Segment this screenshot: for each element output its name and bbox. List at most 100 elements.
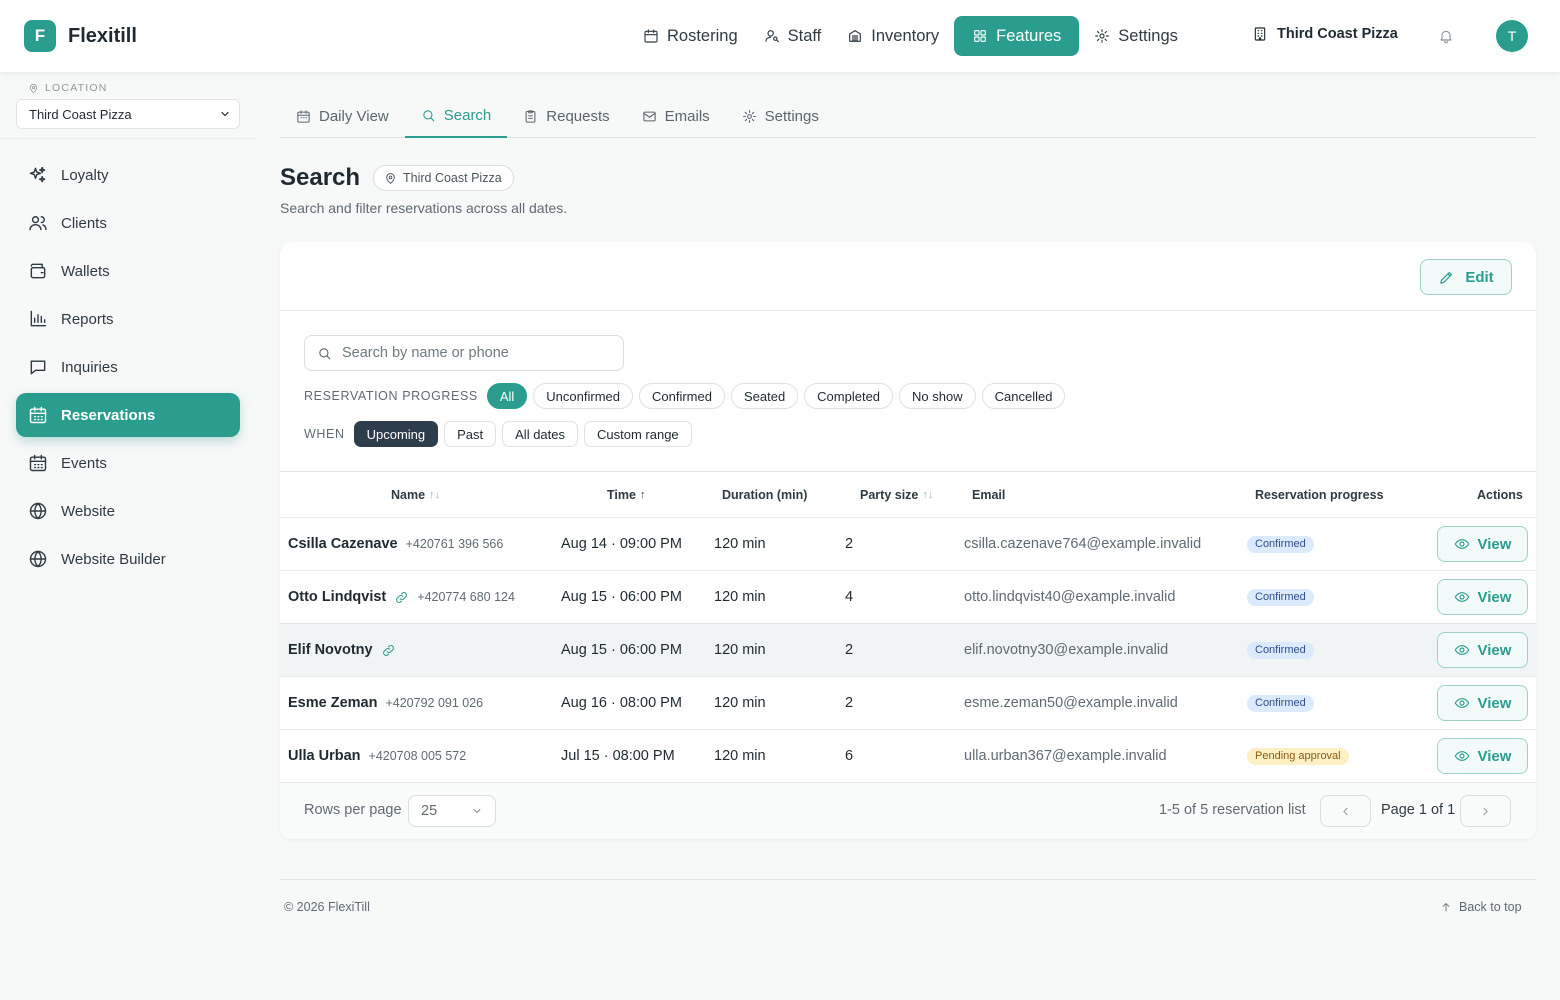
when-chip-past[interactable]: Past [444, 421, 497, 447]
status-badge: Confirmed [1247, 694, 1314, 712]
column-label: Duration (min) [722, 488, 808, 502]
previous-page-button[interactable] [1320, 795, 1371, 827]
name-cell: Otto Lindqvist +420774 680 124 [288, 571, 515, 623]
topnav-label: Staff [787, 26, 822, 45]
sort-icon: ↑↓ [429, 489, 441, 501]
sidebar-item-events[interactable]: Events [16, 441, 240, 485]
filter-chip-completed[interactable]: Completed [804, 383, 894, 409]
sidebar-item-reports[interactable]: Reports [16, 297, 240, 341]
location-select[interactable]: Third Coast Pizza [16, 99, 240, 129]
topnav-inventory[interactable]: Inventory [836, 16, 950, 56]
filter-chip-unconfirmed[interactable]: Unconfirmed [533, 383, 633, 409]
sidebar-item-label: Clients [61, 214, 107, 232]
time-cell: Jul 15 · 08:00 PM [561, 748, 675, 764]
users-icon [28, 213, 48, 233]
guest-name: Csilla Cazenave [288, 536, 398, 552]
tab-requests[interactable]: Requests [507, 94, 625, 138]
column-header-actions: Actions [1477, 488, 1523, 502]
topnav-rostering[interactable]: Rostering [632, 16, 749, 56]
clipboard-icon [523, 109, 538, 124]
globe-icon [28, 549, 48, 569]
table-row[interactable]: Esme Zeman +420792 091 026 Aug 16 · 08:0… [280, 677, 1536, 730]
search-input[interactable] [342, 345, 611, 361]
view-button[interactable]: View [1437, 685, 1528, 721]
brand-logo: F [24, 20, 56, 52]
guest-name: Esme Zeman [288, 695, 378, 711]
search-field[interactable] [304, 335, 624, 371]
tab-label: Requests [546, 107, 610, 125]
location-label: LOCATION [28, 82, 108, 94]
column-header-party-size[interactable]: Party size ↑↓ [860, 488, 933, 502]
tab-emails[interactable]: Emails [626, 94, 726, 138]
time-cell: Aug 16 · 08:00 PM [561, 695, 682, 711]
topnav-staff[interactable]: Staff [753, 16, 833, 56]
view-label: View [1477, 747, 1512, 765]
filter-chip-seated[interactable]: Seated [730, 383, 799, 409]
edit-button[interactable]: Edit [1420, 259, 1512, 295]
table-row[interactable]: Otto Lindqvist +420774 680 124 Aug 15 · … [280, 571, 1536, 624]
column-header-time[interactable]: Time ↑ [607, 488, 645, 502]
table-row[interactable]: Csilla Cazenave +420761 396 566 Aug 14 ·… [280, 518, 1536, 571]
filter-chip-cancelled[interactable]: Cancelled [981, 383, 1066, 409]
next-page-button[interactable] [1460, 795, 1511, 827]
location-switcher[interactable]: Third Coast Pizza [1252, 26, 1398, 42]
view-button[interactable]: View [1437, 526, 1528, 562]
sidebar-item-wallets[interactable]: Wallets [16, 249, 240, 293]
actions-cell: View [1437, 730, 1528, 782]
chevron-down-icon [471, 805, 483, 817]
tab-settings[interactable]: Settings [726, 94, 835, 138]
view-label: View [1477, 588, 1512, 606]
bell-icon[interactable] [1438, 28, 1454, 44]
view-button[interactable]: View [1437, 632, 1528, 668]
when-filter-row: WHEN Upcoming Past All dates Custom rang… [304, 421, 692, 447]
column-header-name[interactable]: Name ↑↓ [391, 488, 440, 502]
filter-chip-all[interactable]: All [486, 383, 528, 409]
copyright: © 2026 FlexiTill [284, 900, 370, 914]
tab-daily-view[interactable]: Daily View [280, 94, 405, 138]
chevron-right-icon [1479, 805, 1492, 818]
sidebar-item-label: Website Builder [61, 550, 166, 568]
card-divider [280, 310, 1536, 311]
duration-cell: 120 min [714, 695, 766, 711]
view-button[interactable]: View [1437, 579, 1528, 615]
column-label: Reservation progress [1255, 488, 1384, 502]
sidebar-item-label: Wallets [61, 262, 110, 280]
location-badge-text: Third Coast Pizza [403, 171, 502, 185]
grid-icon [972, 28, 988, 44]
guest-phone: +420708 005 572 [368, 749, 467, 763]
sidebar-item-loyalty[interactable]: Loyalty [16, 153, 240, 197]
table-row[interactable]: Ulla Urban +420708 005 572 Jul 15 · 08:0… [280, 730, 1536, 783]
sidebar-divider [0, 138, 256, 139]
time-cell: Aug 15 · 06:00 PM [561, 589, 682, 605]
avatar[interactable]: T [1496, 20, 1528, 52]
when-chip-custom-range[interactable]: Custom range [584, 421, 692, 447]
email-cell: otto.lindqvist40@example.invalid [964, 589, 1176, 605]
when-chip-upcoming[interactable]: Upcoming [353, 421, 439, 447]
rows-per-page-select[interactable]: 25 [408, 795, 496, 827]
brand-name: Flexitill [68, 24, 137, 47]
sidebar-item-reservations[interactable]: Reservations [16, 393, 240, 437]
sidebar-item-website[interactable]: Website [16, 489, 240, 533]
sidebar-item-label: Reservations [61, 406, 156, 424]
view-button[interactable]: View [1437, 738, 1528, 774]
message-icon [28, 357, 48, 377]
sidebar-item-inquiries[interactable]: Inquiries [16, 345, 240, 389]
table-row[interactable]: Elif Novotny Aug 15 · 06:00 PM 120 min 2… [280, 624, 1536, 677]
brand[interactable]: F Flexitill [24, 20, 137, 52]
when-chip-all-dates[interactable]: All dates [502, 421, 579, 447]
email-cell: esme.zeman50@example.invalid [964, 695, 1178, 711]
back-to-top-link[interactable]: Back to top [1440, 900, 1522, 914]
progress-filter-label: RESERVATION PROGRESS [304, 389, 478, 403]
tab-search[interactable]: Search [404, 94, 508, 138]
link-icon [394, 590, 409, 605]
top-nav: Rostering Staff Inventory Features Setti… [632, 16, 1189, 56]
column-label: Party size [860, 488, 919, 502]
topnav-features[interactable]: Features [954, 16, 1080, 56]
sidebar-item-clients[interactable]: Clients [16, 201, 240, 245]
sidebar-item-label: Reports [61, 310, 114, 328]
filter-chip-confirmed[interactable]: Confirmed [639, 383, 725, 409]
column-header-email: Email [972, 488, 1005, 502]
filter-chip-no-show[interactable]: No show [899, 383, 976, 409]
topnav-settings[interactable]: Settings [1083, 16, 1189, 56]
sidebar-item-website-builder[interactable]: Website Builder [16, 537, 240, 581]
